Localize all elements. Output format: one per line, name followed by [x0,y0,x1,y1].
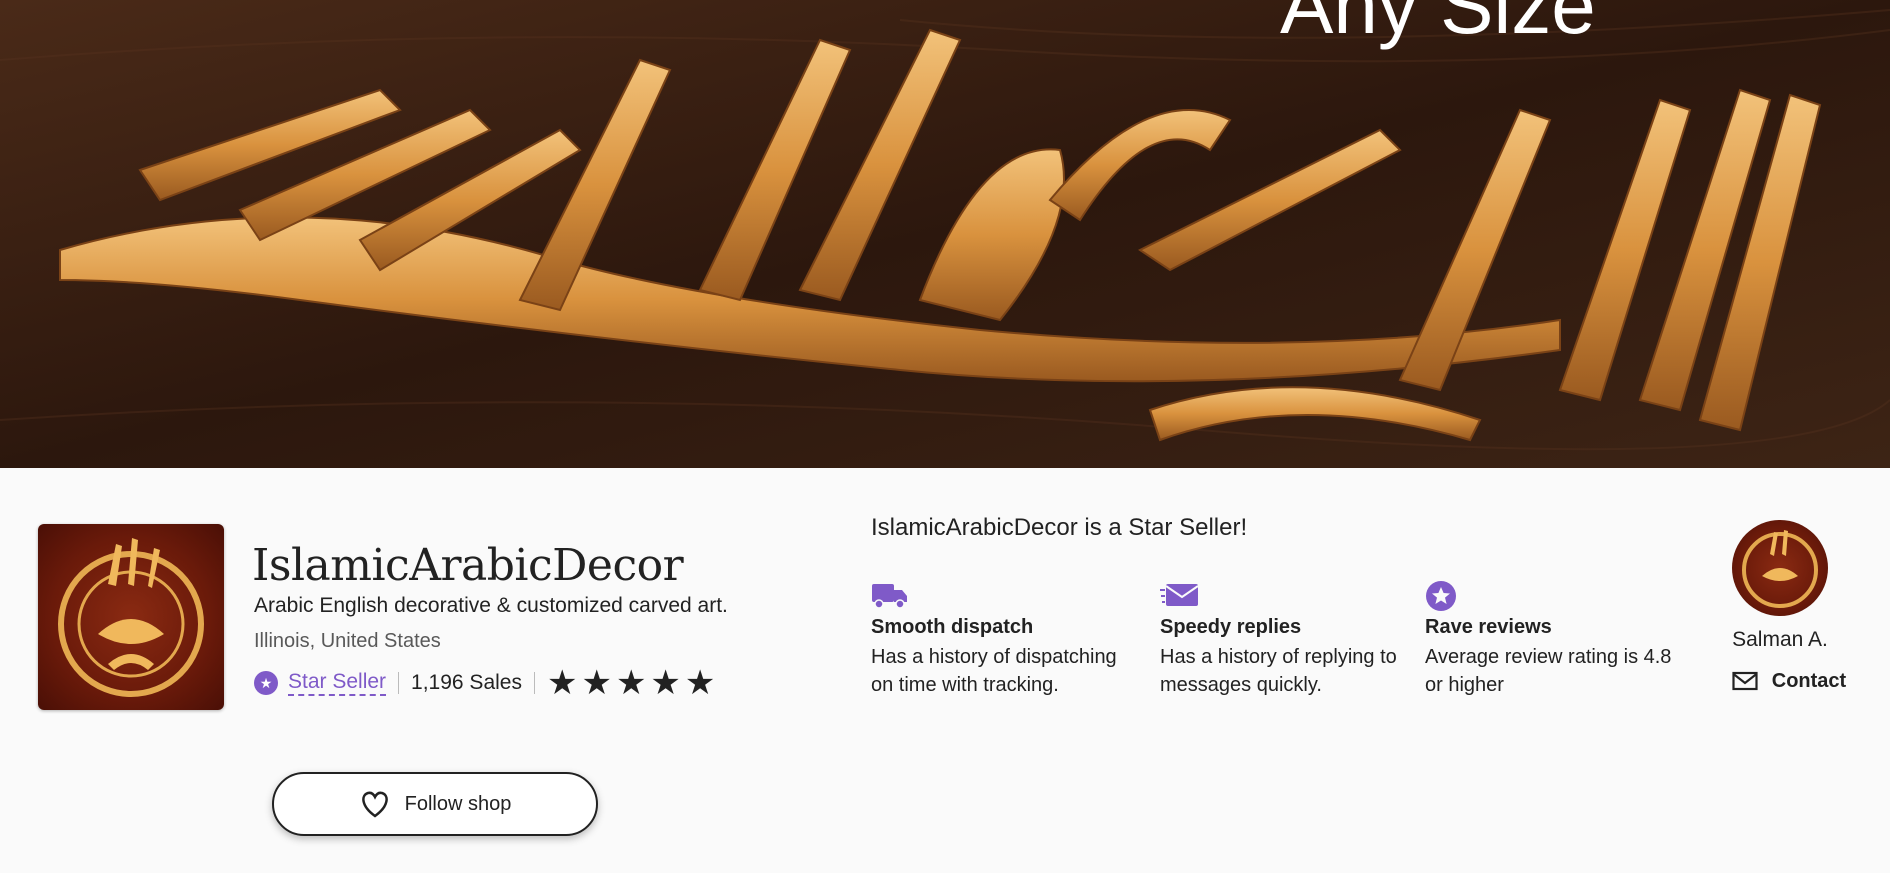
star-seller-badge-icon: ★ [254,671,278,695]
feature-description: Average review rating is 4.8 or higher [1425,646,1672,696]
star-seller-link[interactable]: Star Seller [288,670,387,696]
feature-speedy-replies: Speedy replies Has a history of replying… [1160,580,1420,699]
heart-icon [361,791,388,818]
star-seller-title: IslamicArabicDecor is a Star Seller! [871,514,1248,541]
owner-avatar[interactable] [1732,520,1828,616]
banner-overlay-text: Any Size [1280,0,1596,50]
feature-title: Smooth dispatch [871,616,1034,638]
mail-icon [1732,671,1758,690]
star-icon: ★ [546,664,578,702]
contact-label: Contact [1771,670,1847,692]
star-badge-icon [1426,581,1456,611]
calligraphy-banner-image [0,0,1890,468]
feature-rave-reviews: Rave reviews Average review rating is 4.… [1425,580,1685,699]
feature-description: Has a history of dispatching on time wit… [871,646,1117,696]
follow-shop-label: Follow shop [404,792,512,815]
divider [398,672,400,694]
owner-name: Salman A. [1732,628,1828,651]
shop-banner: Any Size [0,0,1890,468]
calligraphy-avatar-image [1742,530,1818,608]
sales-count: 1,196 Sales [411,671,522,694]
star-icon: ★ [615,664,647,702]
shop-tagline: Arabic English decorative & customized c… [254,594,728,617]
rating-stars[interactable]: ★ ★ ★ ★ ★ [546,664,716,702]
feature-description: Has a history of replying to messages qu… [1160,646,1397,696]
feature-smooth-dispatch: Smooth dispatch Has a history of dispatc… [871,580,1131,699]
shop-name: IslamicArabicDecor [252,540,684,591]
contact-button[interactable]: Contact [1718,670,1860,693]
shop-logo[interactable] [38,524,224,710]
star-icon: ★ [581,664,612,702]
feature-title: Rave reviews [1425,616,1552,638]
shop-owner: Salman A. Contact [1700,520,1860,693]
shop-location: Illinois, United States [254,630,441,652]
star-icon: ★ [684,664,716,702]
truck-icon [872,584,907,609]
calligraphy-logo-image [58,538,204,697]
envelope-icon [1160,584,1199,606]
shop-header: IslamicArabicDecor Arabic English decora… [0,468,1890,873]
star-icon: ★ [650,664,681,702]
follow-shop-button[interactable]: Follow shop [272,772,598,836]
feature-title: Speedy replies [1160,616,1302,638]
divider [533,672,535,694]
shop-stats-row: ★ Star Seller 1,196 Sales ★ ★ ★ ★ ★ [254,666,715,700]
